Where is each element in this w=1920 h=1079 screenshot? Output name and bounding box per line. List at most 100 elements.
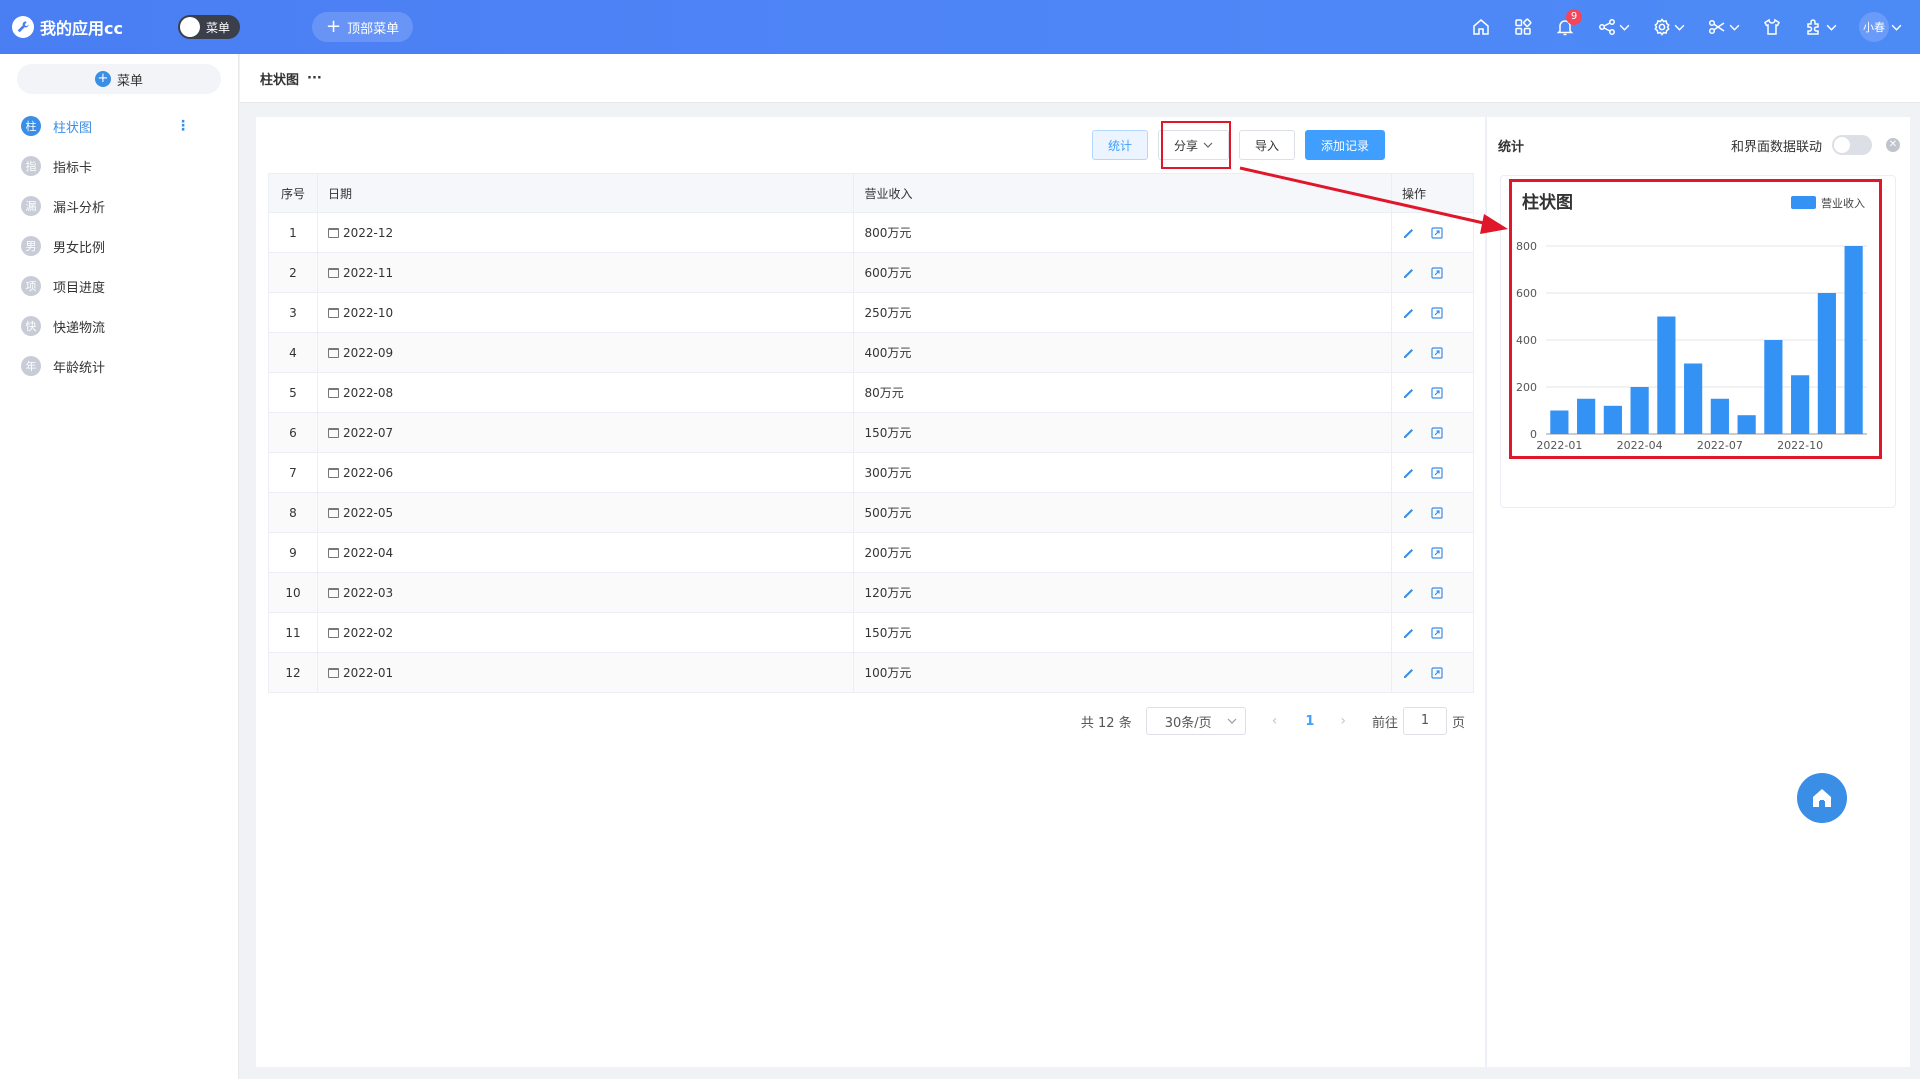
app-logo[interactable]: 我的应用cc [12,15,162,39]
menu-toggle[interactable]: 菜单 [178,15,240,39]
row-index: 10 [268,572,318,613]
indicator-letter-icon: 指 [21,156,41,176]
sidebar-item-bar-chart[interactable]: 柱 柱状图 ⋮ [0,106,238,146]
edit-icon[interactable] [1402,346,1416,360]
detail-icon[interactable] [1430,306,1444,320]
more-icon[interactable]: ··· [307,71,322,86]
row-revenue: 800万元 [853,212,1392,253]
row-date: 2022-09 [316,332,855,373]
edit-icon[interactable] [1402,466,1416,480]
add-record-button[interactable]: 添加记录 [1304,130,1385,160]
row-index: 4 [268,332,318,373]
top-menu-button[interactable]: + 顶部菜单 [312,12,414,42]
row-date: 2022-11 [316,252,855,293]
edit-icon[interactable] [1402,546,1416,560]
detail-icon[interactable] [1430,386,1444,400]
edit-icon[interactable] [1402,306,1416,320]
shirt-icon[interactable] [1762,17,1782,37]
row-revenue: 600万元 [853,252,1392,293]
stat-panel-title: 统计 [1498,139,1525,155]
sidebar-menu-label: 菜单 [116,73,143,89]
total-count: 共 12 条 [1080,715,1132,731]
page-size-select[interactable]: 30条/页 [1145,707,1246,735]
next-page-icon[interactable]: › [1340,713,1346,729]
table-row: 1 2022-12 800万元 [268,212,1475,253]
detail-icon[interactable] [1430,666,1444,680]
goto-label: 前往 [1371,715,1398,731]
home-icon [1813,789,1831,807]
home-fab[interactable] [1797,773,1847,823]
row-index: 8 [268,492,318,533]
detail-icon[interactable] [1430,626,1444,640]
gender-letter-icon: 男 [21,236,41,256]
edit-icon[interactable] [1402,506,1416,520]
edit-icon[interactable] [1402,266,1416,280]
funnel-letter-icon: 漏 [21,196,41,216]
sidebar-item-gender-ratio[interactable]: 男 男女比例 [0,226,238,266]
column-header-index[interactable]: 序号 [268,173,318,213]
chevron-down-icon [1729,24,1740,31]
row-revenue: 400万元 [853,332,1392,373]
row-index: 3 [268,292,318,333]
table-row: 5 2022-08 80万元 [268,372,1475,413]
data-link-toggle[interactable] [1832,135,1872,155]
prev-page-icon[interactable]: ‹ [1272,713,1278,729]
toggle-knob [1834,137,1850,153]
more-vertical-icon[interactable]: ⋮ [176,118,190,134]
settings-menu[interactable] [1652,17,1685,37]
detail-icon[interactable] [1430,466,1444,480]
detail-icon[interactable] [1430,586,1444,600]
sidebar-item-express-logistics[interactable]: 快 快递物流 [0,306,238,346]
import-button[interactable]: 导入 [1238,130,1295,160]
sidebar-item-label: 指标卡 [53,160,93,176]
column-header-revenue[interactable]: 营业收入 [853,173,1392,213]
table-row: 12 2022-01 100万元 [268,652,1475,693]
stat-button[interactable]: 统计 [1091,130,1148,160]
tools-menu[interactable] [1707,17,1740,37]
row-actions [1390,572,1475,613]
puzzle-icon [1807,19,1819,35]
plugin-menu[interactable] [1804,17,1837,37]
detail-icon[interactable] [1430,546,1444,560]
row-date-value: 2022-11 [342,265,394,280]
row-revenue: 250万元 [853,292,1392,333]
sidebar-item-label: 项目进度 [53,280,106,296]
row-date-value: 2022-07 [342,425,394,440]
main-panel: 统计 分享 导入 添加记录 序号 日期 营业收入 操作 1 2022-12 800万… [256,117,1485,1067]
sidebar: + 菜单 柱 柱状图 ⋮ 指 指标卡 漏 漏斗分析 男 男女比例 项 项目进度 … [0,54,239,1079]
sidebar-item-project-progress[interactable]: 项 项目进度 [0,266,238,306]
user-menu[interactable]: 小春 [1859,12,1902,42]
row-actions [1390,332,1475,373]
detail-icon[interactable] [1430,226,1444,240]
sidebar-item-label: 快递物流 [53,320,106,336]
close-icon[interactable]: ✕ [1886,138,1900,152]
notification-badge: 9 [1566,9,1582,25]
edit-icon[interactable] [1402,426,1416,440]
current-page[interactable]: 1 [1305,714,1314,729]
apps-icon[interactable] [1513,17,1533,37]
sidebar-item-age-stats[interactable]: 年 年龄统计 [0,346,238,386]
share-menu[interactable] [1597,17,1630,37]
sidebar-menu-button[interactable]: + 菜单 [17,64,221,94]
sidebar-item-funnel[interactable]: 漏 漏斗分析 [0,186,238,226]
home-icon[interactable] [1471,17,1491,37]
edit-icon[interactable] [1402,226,1416,240]
column-header-date[interactable]: 日期 [316,173,855,213]
row-revenue: 150万元 [853,412,1392,453]
edit-icon[interactable] [1402,386,1416,400]
goto-page-input[interactable]: 1 [1402,707,1447,735]
bell-icon[interactable]: 9 [1555,9,1582,37]
sidebar-item-label: 漏斗分析 [53,200,106,216]
calendar-icon [327,667,339,678]
sidebar-item-indicator-card[interactable]: 指 指标卡 [0,146,238,186]
detail-icon[interactable] [1430,506,1444,520]
edit-icon[interactable] [1402,626,1416,640]
chevron-down-icon [1227,718,1237,724]
table-row: 7 2022-06 300万元 [268,452,1475,493]
detail-icon[interactable] [1430,266,1444,280]
row-date-value: 2022-08 [342,385,394,400]
edit-icon[interactable] [1402,586,1416,600]
detail-icon[interactable] [1430,426,1444,440]
edit-icon[interactable] [1402,666,1416,680]
detail-icon[interactable] [1430,346,1444,360]
